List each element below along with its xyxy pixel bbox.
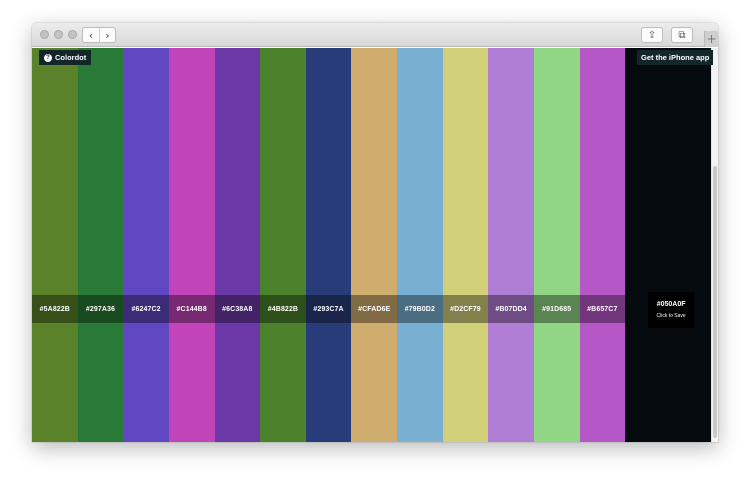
swatch-hex-label: #D2CF79 — [442, 295, 489, 323]
color-swatch[interactable]: #B07DD4 — [488, 48, 534, 442]
scrollbar-thumb[interactable] — [713, 166, 717, 438]
minimize-window-button[interactable] — [54, 30, 63, 39]
browser-window: ‹ › ⇪ ⧉ + #5A822B #297A36 #6247C2 #C144B… — [32, 23, 718, 442]
palette-area: #5A822B #297A36 #6247C2 #C144B8 #6C38A8 … — [32, 48, 718, 442]
swatch-hex-label: #5A822B — [32, 295, 78, 323]
forward-button[interactable]: › — [99, 28, 115, 42]
colordot-logo-link[interactable]: ? Colordot — [39, 50, 92, 65]
swatch-hex-label: #6C38A8 — [214, 295, 261, 323]
swatch-hex-label: #293C7A — [305, 295, 352, 323]
new-tab-button[interactable]: + — [704, 31, 718, 47]
brand-name: Colordot — [55, 53, 87, 62]
color-swatch[interactable]: #C144B8 — [168, 48, 215, 442]
swatch-hex-label: #B657C7 — [579, 295, 626, 323]
swatch-hex-label: #C144B8 — [168, 295, 215, 323]
swatch-hex-label: #CFAD6E — [351, 295, 397, 323]
show-tabs-button[interactable]: ⧉ — [671, 27, 693, 43]
swatch-hex-label: #297A36 — [77, 295, 124, 323]
swatch-hex-label: #91D685 — [533, 295, 580, 323]
chevron-left-icon: ‹ — [88, 28, 94, 42]
get-iphone-app-link[interactable]: Get the iPhone app — [637, 50, 714, 65]
color-swatch[interactable]: #4B822B — [260, 48, 306, 442]
color-swatch[interactable]: #293C7A — [305, 48, 352, 442]
current-hex-label: #050A0F — [656, 301, 686, 308]
tabs-icon: ⧉ — [678, 29, 686, 41]
swatch-hex-label: #B07DD4 — [488, 295, 534, 323]
vertical-scrollbar[interactable] — [711, 48, 718, 442]
back-button[interactable]: ‹ — [83, 28, 99, 42]
color-swatch[interactable]: #297A36 — [77, 48, 124, 442]
color-swatch[interactable]: #91D685 — [533, 48, 580, 442]
click-to-save-label: Click to Save — [656, 313, 686, 319]
save-color-button[interactable]: #050A0F Click to Save — [648, 292, 695, 328]
help-icon: ? — [44, 53, 52, 62]
color-swatch[interactable]: #5A822B — [32, 48, 78, 442]
color-swatch[interactable]: #6247C2 — [123, 48, 169, 442]
navigation-buttons: ‹ › — [82, 27, 116, 43]
color-swatch[interactable]: #6C38A8 — [214, 48, 261, 442]
swatch-hex-label: #79B0D2 — [397, 295, 443, 323]
color-swatch[interactable]: #D2CF79 — [442, 48, 489, 442]
close-window-button[interactable] — [40, 30, 49, 39]
color-swatch[interactable]: #CFAD6E — [351, 48, 397, 442]
color-swatch[interactable]: #B657C7 — [579, 48, 626, 442]
share-button[interactable]: ⇪ — [641, 27, 663, 43]
swatch-hex-label: #4B822B — [260, 295, 306, 323]
zoom-window-button[interactable] — [68, 30, 77, 39]
swatch-hex-label: #6247C2 — [123, 295, 169, 323]
share-icon: ⇪ — [647, 29, 657, 41]
title-bar: ‹ › ⇪ ⧉ + — [32, 23, 718, 47]
chevron-right-icon: › — [105, 28, 110, 42]
color-swatch[interactable]: #79B0D2 — [397, 48, 443, 442]
plus-icon: + — [706, 32, 717, 46]
current-color-swatch[interactable]: #050A0F Click to Save — [625, 48, 711, 442]
